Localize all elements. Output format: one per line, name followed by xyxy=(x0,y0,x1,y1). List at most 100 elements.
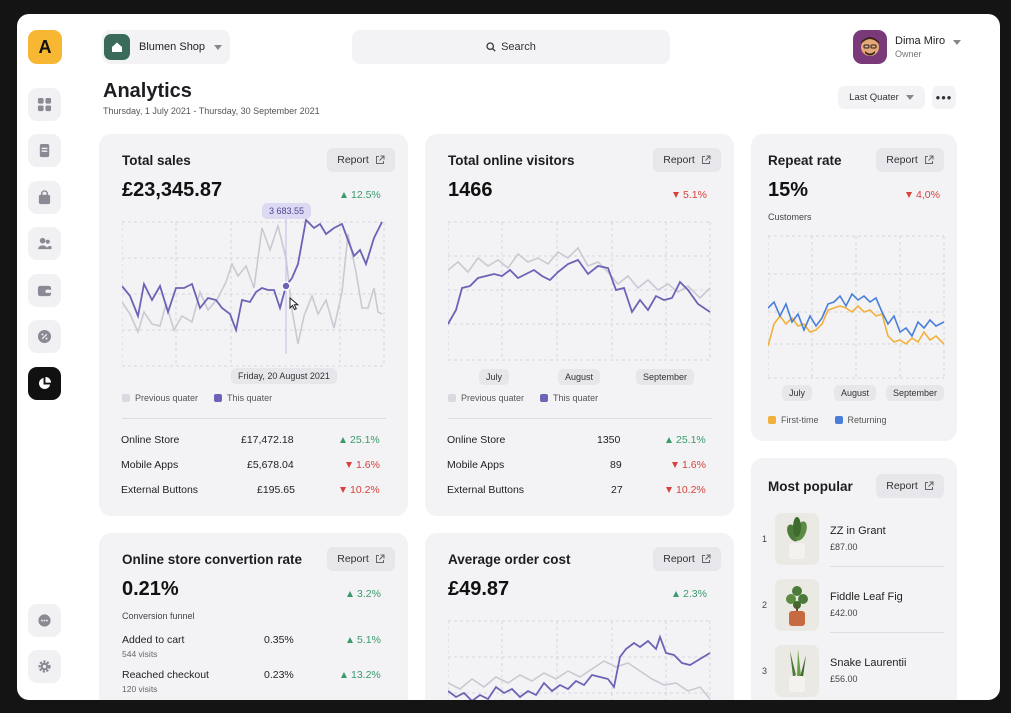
discount-badge-icon[interactable] xyxy=(28,320,61,353)
month-label: August xyxy=(558,369,601,385)
plant-image xyxy=(775,645,819,697)
row-trend: 25.1% xyxy=(340,434,380,446)
report-button[interactable]: Report xyxy=(653,547,721,571)
most-popular-card: Most popular Report 1 ZZ in Grant £87.00… xyxy=(751,458,957,700)
month-label: August xyxy=(834,385,877,401)
plant-image xyxy=(775,579,819,631)
row-value: 1350 xyxy=(597,434,621,446)
sidebar: A xyxy=(17,14,73,700)
conversion-card: Online store convertion rate Report 0.21… xyxy=(99,533,408,700)
total-sales-value: £23,345.87 xyxy=(122,179,223,201)
legend-first-time: First-time xyxy=(768,415,819,425)
row-label: Mobile Apps xyxy=(121,459,179,471)
external-link-icon xyxy=(924,155,934,164)
user-role: Owner xyxy=(895,49,922,59)
external-link-icon xyxy=(701,554,711,563)
plant-image xyxy=(775,513,819,565)
report-button[interactable]: Report xyxy=(327,547,395,571)
divider xyxy=(122,418,386,419)
analytics-pie-icon[interactable] xyxy=(28,367,61,400)
date-range: Thursday, 1 July 2021 - Thursday, 30 Sep… xyxy=(103,106,320,116)
item-price: £87.00 xyxy=(830,542,858,552)
report-label: Report xyxy=(663,154,695,166)
repeat-rate-value: 15% xyxy=(768,179,809,201)
total-sales-card: Total sales Report £23,345.87 12.5% 3 68… xyxy=(99,134,408,516)
legend-previous: Previous quater xyxy=(122,393,198,403)
period-label: Last Quater xyxy=(849,92,899,103)
user-menu[interactable]: Dima Miro Owner xyxy=(853,30,962,64)
report-label: Report xyxy=(337,553,369,565)
funnel-step-visits: 120 visits xyxy=(122,684,158,694)
month-label: July xyxy=(782,385,813,401)
chart-hover-point xyxy=(281,281,291,291)
chevron-down-icon xyxy=(953,39,962,45)
funnel-step-trend: 5.1% xyxy=(347,634,381,646)
shop-name: Blumen Shop xyxy=(139,41,206,53)
item-price: £56.00 xyxy=(830,674,858,684)
funnel-step-visits: 544 visits xyxy=(122,649,158,659)
visitors-chart xyxy=(448,221,711,361)
chart-legend: First-time Returning xyxy=(768,415,887,425)
item-name: Fiddle Leaf Fig xyxy=(830,591,903,603)
document-icon[interactable] xyxy=(28,134,61,167)
legend-previous: Previous quater xyxy=(448,393,524,403)
funnel-step-label: Added to cart xyxy=(122,634,185,646)
search-input[interactable]: Search xyxy=(352,30,670,64)
card-title: Most popular xyxy=(768,479,853,494)
order-cost-card: Average order cost Report £49.87 2.3% xyxy=(425,533,734,700)
funnel-step-value: 0.35% xyxy=(264,634,294,646)
shop-selector[interactable]: Blumen Shop xyxy=(102,30,230,64)
search-label: Search xyxy=(501,41,536,53)
card-title: Online store convertion rate xyxy=(122,552,303,567)
report-label: Report xyxy=(663,553,695,565)
shopping-bag-icon[interactable] xyxy=(28,181,61,214)
more-options-button[interactable]: ••• xyxy=(932,86,956,109)
row-value: 27 xyxy=(611,484,623,496)
row-trend: 10.2% xyxy=(340,484,380,496)
divider xyxy=(830,632,944,633)
funnel-step-trend: 13.2% xyxy=(341,669,381,681)
trend-indicator: 3.2% xyxy=(347,588,381,600)
chart-tooltip-value: 3 683.55 xyxy=(262,203,312,219)
external-link-icon xyxy=(375,155,385,164)
item-rank: 3 xyxy=(762,666,768,676)
chevron-down-icon xyxy=(905,95,914,100)
chat-icon[interactable] xyxy=(28,604,61,637)
divider xyxy=(448,418,712,419)
period-select[interactable]: Last Quater xyxy=(838,86,925,109)
report-label: Report xyxy=(886,480,918,492)
item-rank: 2 xyxy=(762,600,768,610)
funnel-subtitle: Conversion funnel xyxy=(122,611,195,621)
report-label: Report xyxy=(886,154,918,166)
app-logo[interactable]: A xyxy=(28,30,62,64)
app-window: A Blumen Shop Search Dima Miro Owner Ana… xyxy=(17,14,1000,700)
divider xyxy=(830,566,944,567)
chart-legend: Previous quater This quater xyxy=(448,393,598,403)
funnel-step-label: Reached checkout xyxy=(122,669,209,681)
card-title: Total sales xyxy=(122,153,191,168)
user-name: Dima Miro xyxy=(895,35,946,47)
item-name: ZZ in Grant xyxy=(830,525,886,537)
dashboard-icon[interactable] xyxy=(28,88,61,121)
settings-gear-icon[interactable] xyxy=(28,650,61,683)
row-trend: 1.6% xyxy=(672,459,706,471)
wallet-icon[interactable] xyxy=(28,274,61,307)
report-button[interactable]: Report xyxy=(876,148,944,172)
row-label: External Buttons xyxy=(121,484,199,496)
report-button[interactable]: Report xyxy=(876,474,944,498)
trend-indicator: 5.1% xyxy=(673,189,707,201)
trend-indicator: 12.5% xyxy=(341,189,381,201)
report-button[interactable]: Report xyxy=(653,148,721,172)
chart-tooltip-date: Friday, 20 August 2021 xyxy=(231,368,337,384)
this-order-line xyxy=(448,634,711,700)
row-label: 89 xyxy=(610,459,622,471)
row-label: Online Store xyxy=(447,434,506,446)
row-label: External Buttons xyxy=(447,484,525,496)
trend-indicator: 2.3% xyxy=(673,588,707,600)
funnel-step-value: 0.23% xyxy=(264,669,294,681)
users-icon[interactable] xyxy=(28,227,61,260)
row-trend: 1.6% xyxy=(346,459,380,471)
row-value: £17,472.18 xyxy=(241,434,294,446)
month-label: July xyxy=(479,369,510,385)
report-button[interactable]: Report xyxy=(327,148,395,172)
